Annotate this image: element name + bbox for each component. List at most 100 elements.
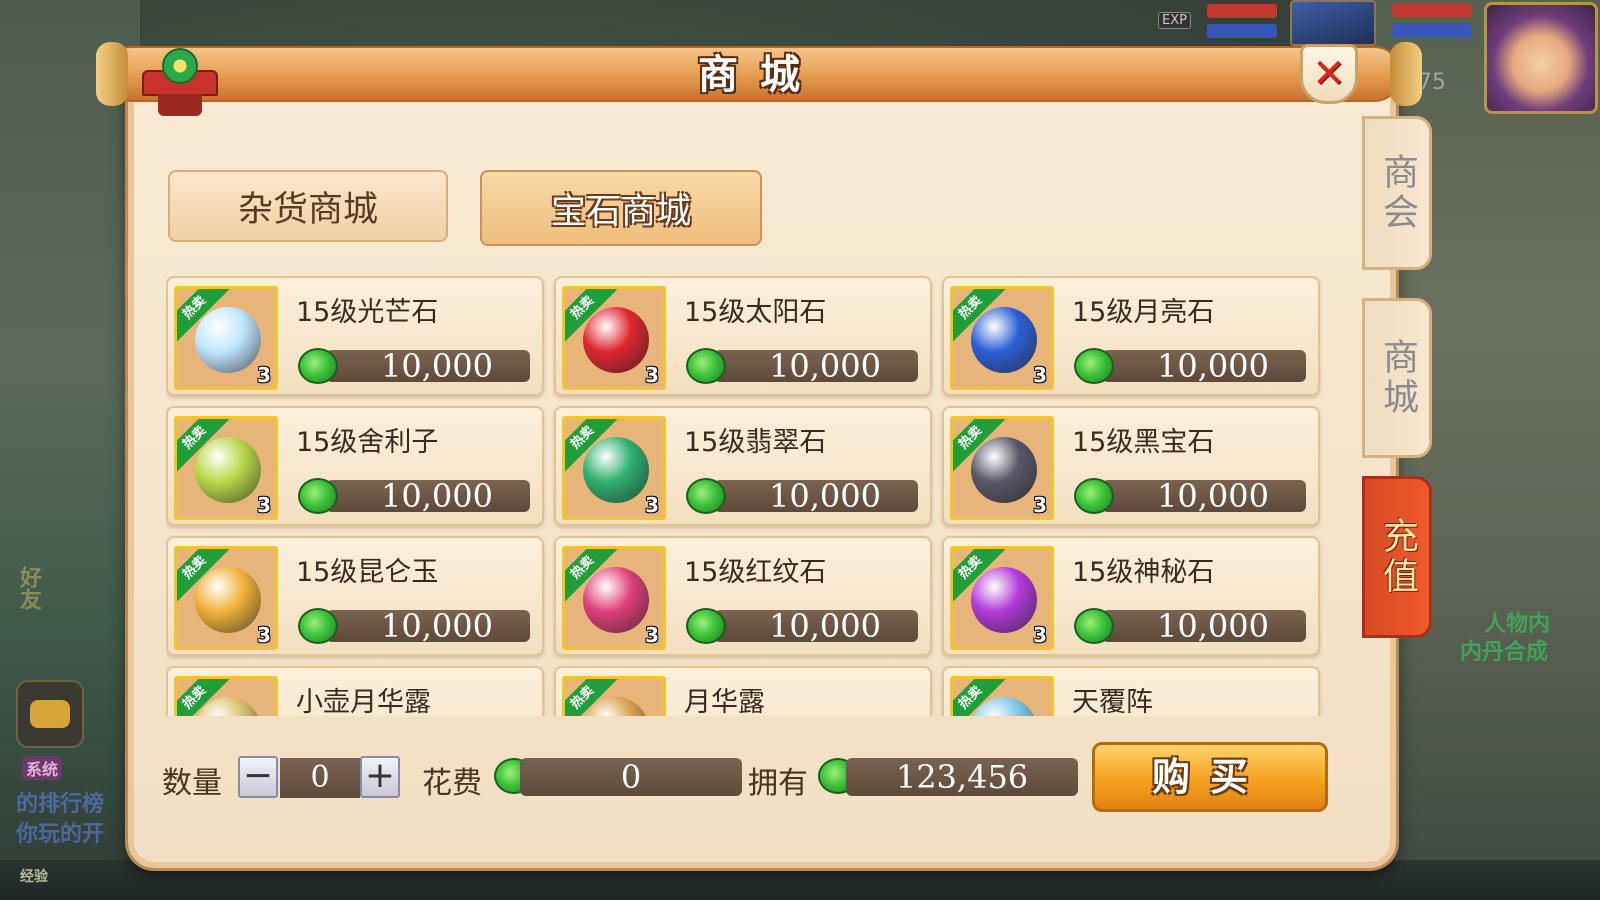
title-scroll-cap-right <box>1390 42 1422 106</box>
item-price: 10,000 <box>714 480 918 512</box>
pet-hp-bar <box>1207 4 1277 18</box>
hero-mp-bar <box>1392 24 1472 38</box>
buy-button[interactable]: 购买 <box>1092 742 1328 812</box>
cost-value: 0 <box>520 758 742 796</box>
gem-icon <box>583 307 649 373</box>
quantity-label: 数量 <box>162 766 222 801</box>
shop-item-card[interactable]: 热卖 月华露 <box>554 666 932 716</box>
item-name: 15级舍利子 <box>296 427 439 458</box>
jade-coin-icon <box>1074 478 1114 514</box>
exp-bottom-label: 经验 <box>20 869 48 885</box>
item-name: 小壶月华露 <box>296 687 431 716</box>
shop-item-card[interactable]: 热卖 3 15级月亮石 10,000 <box>942 276 1320 396</box>
dialog-title: 商城 <box>698 52 822 98</box>
item-price: 10,000 <box>1102 480 1306 512</box>
hero-hp-bar <box>1392 4 1472 18</box>
item-quantity: 3 <box>257 493 271 517</box>
cost-label: 花费 <box>422 766 482 801</box>
shop-item-card[interactable]: 热卖 3 15级光芒石 10,000 <box>166 276 544 396</box>
item-icon: 热卖 3 <box>950 286 1054 390</box>
exp-tag: EXP <box>1158 12 1191 29</box>
item-quantity: 3 <box>645 493 659 517</box>
shop-item-card[interactable]: 热卖 天覆阵 <box>942 666 1320 716</box>
pet-avatar[interactable] <box>1290 0 1376 46</box>
jade-coin-icon <box>298 478 338 514</box>
item-grid[interactable]: 热卖 3 15级光芒石 10,000 热卖 3 15级太阳石 10,000 热卖 3 15级月亮石 1… <box>166 272 1326 716</box>
side-tab-mall[interactable]: 商城 <box>1362 298 1432 458</box>
system-tag: 系统 <box>22 756 63 780</box>
item-name: 15级翡翠石 <box>684 427 827 458</box>
quantity-minus-button[interactable]: − <box>238 756 278 798</box>
item-price: 10,000 <box>326 610 530 642</box>
quantity-plus-button[interactable]: + <box>360 756 400 798</box>
item-icon: 热卖 3 <box>950 546 1054 650</box>
item-quantity: 3 <box>1033 623 1047 647</box>
item-quantity: 3 <box>645 623 659 647</box>
chat-bubble-icon <box>30 700 70 728</box>
owned-value: 123,456 <box>846 758 1078 796</box>
jade-coin-icon <box>298 348 338 384</box>
gem-icon <box>195 307 261 373</box>
quantity-field[interactable]: 0 <box>280 758 360 798</box>
item-icon: 热卖 3 <box>174 546 278 650</box>
jade-coin-icon <box>686 608 726 644</box>
jade-coin-icon <box>686 348 726 384</box>
chat-button[interactable] <box>16 680 84 748</box>
shop-emblem-icon <box>142 48 218 118</box>
side-tab-recharge[interactable]: 充值 <box>1362 476 1432 638</box>
system-message-1: 的排行榜 <box>16 792 105 817</box>
item-icon: 热卖 <box>174 676 278 716</box>
shop-item-card[interactable]: 热卖 3 15级神秘石 10,000 <box>942 536 1320 656</box>
gem-icon <box>195 567 261 633</box>
item-name: 天覆阵 <box>1072 687 1153 716</box>
item-icon: 热卖 3 <box>562 416 666 520</box>
gem-icon <box>971 437 1037 503</box>
item-icon: 热卖 <box>950 676 1054 716</box>
close-icon: ✕ <box>1312 51 1346 97</box>
item-icon: 热卖 <box>562 676 666 716</box>
jade-coin-icon <box>686 478 726 514</box>
item-quantity: 3 <box>257 363 271 387</box>
item-name: 15级光芒石 <box>296 297 439 328</box>
item-name: 15级红纹石 <box>684 557 827 588</box>
gem-icon <box>195 437 261 503</box>
item-icon: 热卖 3 <box>562 286 666 390</box>
item-name: 15级神秘石 <box>1072 557 1215 588</box>
shop-item-card[interactable]: 热卖 3 15级昆仑玉 10,000 <box>166 536 544 656</box>
hero-avatar[interactable] <box>1484 2 1598 114</box>
pet-mp-bar <box>1207 24 1277 38</box>
item-price: 10,000 <box>326 480 530 512</box>
item-icon: 热卖 3 <box>950 416 1054 520</box>
item-price: 10,000 <box>1102 610 1306 642</box>
emblem-jade <box>162 48 198 84</box>
game-scene-left <box>0 0 140 900</box>
tab-general-store[interactable]: 杂货商城 <box>168 170 448 242</box>
item-quantity: 3 <box>1033 493 1047 517</box>
item-name: 15级太阳石 <box>684 297 827 328</box>
friends-label[interactable]: 好友 <box>12 566 44 610</box>
item-name: 15级月亮石 <box>1072 297 1215 328</box>
shop-item-card[interactable]: 热卖 小壶月华露 <box>166 666 544 716</box>
side-tab-guild[interactable]: 商会 <box>1362 116 1432 270</box>
item-price: 10,000 <box>326 350 530 382</box>
close-button[interactable]: ✕ <box>1300 44 1358 104</box>
item-quantity: 3 <box>1033 363 1047 387</box>
shop-item-card[interactable]: 热卖 3 15级黑宝石 10,000 <box>942 406 1320 526</box>
gem-icon <box>971 567 1037 633</box>
item-icon: 热卖 3 <box>562 546 666 650</box>
jade-coin-icon <box>298 608 338 644</box>
shop-item-card[interactable]: 热卖 3 15级翡翠石 10,000 <box>554 406 932 526</box>
shop-item-card[interactable]: 热卖 3 15级太阳石 10,000 <box>554 276 932 396</box>
gem-icon <box>583 567 649 633</box>
item-price: 10,000 <box>1102 350 1306 382</box>
gem-icon <box>583 437 649 503</box>
shop-item-card[interactable]: 热卖 3 15级舍利子 10,000 <box>166 406 544 526</box>
item-name: 月华露 <box>684 687 765 716</box>
item-name: 15级黑宝石 <box>1072 427 1215 458</box>
item-name: 15级昆仑玉 <box>296 557 439 588</box>
tab-gem-store[interactable]: 宝石商城 <box>480 170 762 246</box>
item-icon: 热卖 3 <box>174 286 278 390</box>
item-icon: 热卖 3 <box>174 416 278 520</box>
gem-icon <box>971 307 1037 373</box>
shop-item-card[interactable]: 热卖 3 15级红纹石 10,000 <box>554 536 932 656</box>
